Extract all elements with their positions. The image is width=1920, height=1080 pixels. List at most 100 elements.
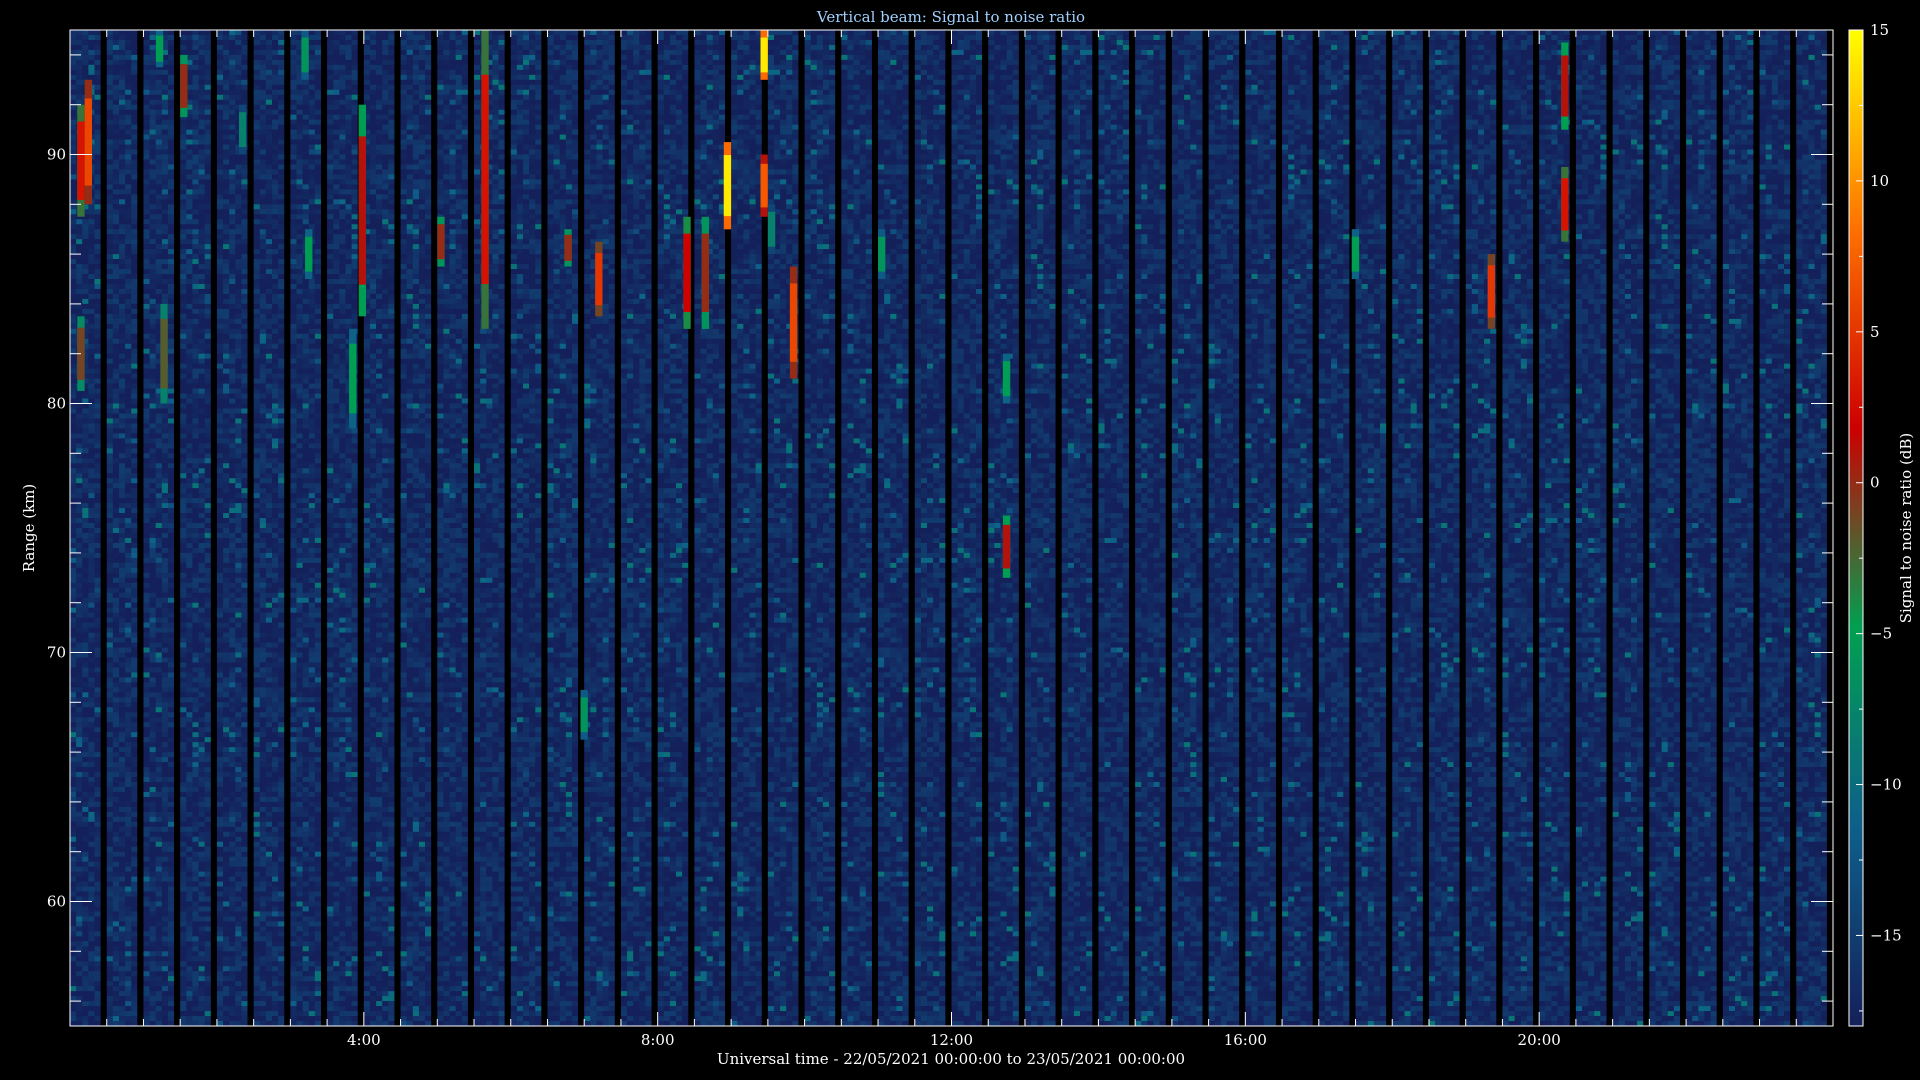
noise-cell bbox=[88, 453, 94, 458]
noise-cell bbox=[76, 672, 82, 677]
noise-cell bbox=[107, 194, 113, 199]
noise-cell bbox=[88, 672, 94, 677]
noise-cell bbox=[88, 827, 94, 832]
noise-cell bbox=[113, 329, 119, 334]
noise-cell bbox=[70, 643, 76, 648]
noise-cell bbox=[107, 483, 113, 488]
noise-cell bbox=[76, 413, 82, 418]
noise-cell bbox=[125, 389, 131, 394]
noise-cell bbox=[94, 872, 100, 877]
noise-cell bbox=[88, 45, 94, 50]
noise-cell bbox=[119, 150, 125, 155]
noise-cell bbox=[76, 732, 82, 737]
noise-cell bbox=[101, 772, 107, 777]
noise-cell bbox=[119, 304, 125, 309]
noise-cell bbox=[70, 159, 76, 164]
noise-cell bbox=[125, 448, 131, 453]
noise-cell bbox=[94, 299, 100, 304]
noise-cell bbox=[107, 548, 113, 553]
noise-cell bbox=[101, 344, 107, 349]
noise-cell bbox=[94, 354, 100, 359]
noise-cell bbox=[82, 946, 88, 951]
heatmap-cells bbox=[70, 30, 1833, 1026]
noise-cell bbox=[113, 125, 119, 130]
noise-cell bbox=[94, 100, 100, 105]
noise-cell bbox=[76, 423, 82, 428]
noise-cell bbox=[107, 45, 113, 50]
noise-cell bbox=[70, 374, 76, 379]
noise-cell bbox=[101, 707, 107, 712]
noise-cell bbox=[94, 159, 100, 164]
noise-cell bbox=[70, 164, 76, 169]
noise-cell bbox=[88, 229, 94, 234]
noise-cell bbox=[125, 324, 131, 329]
noise-cell bbox=[82, 528, 88, 533]
noise-cell bbox=[88, 941, 94, 946]
noise-cell bbox=[82, 887, 88, 892]
noise-cell bbox=[107, 1016, 113, 1021]
noise-cell bbox=[125, 309, 131, 314]
noise-cell bbox=[107, 438, 113, 443]
noise-cell bbox=[107, 513, 113, 518]
noise-cell bbox=[119, 1011, 125, 1016]
noise-cell bbox=[113, 379, 119, 384]
noise-cell bbox=[94, 304, 100, 309]
noise-cell bbox=[107, 623, 113, 628]
noise-cell bbox=[101, 588, 107, 593]
noise-cell bbox=[76, 692, 82, 697]
noise-cell bbox=[119, 986, 125, 991]
noise-cell bbox=[82, 413, 88, 418]
noise-cell bbox=[101, 184, 107, 189]
noise-cell bbox=[88, 50, 94, 55]
noise-cell bbox=[101, 359, 107, 364]
noise-cell bbox=[70, 687, 76, 692]
noise-cell bbox=[82, 1016, 88, 1021]
noise-cell bbox=[70, 254, 76, 259]
noise-cell bbox=[119, 882, 125, 887]
noise-cell bbox=[119, 369, 125, 374]
noise-cell bbox=[76, 553, 82, 558]
noise-cell bbox=[113, 752, 119, 757]
noise-cell bbox=[107, 687, 113, 692]
noise-cell bbox=[82, 598, 88, 603]
noise-cell bbox=[107, 344, 113, 349]
noise-cell bbox=[119, 548, 125, 553]
noise-cell bbox=[70, 921, 76, 926]
noise-cell bbox=[88, 712, 94, 717]
noise-cell bbox=[125, 354, 131, 359]
noise-cell bbox=[107, 75, 113, 80]
noise-cell bbox=[125, 229, 131, 234]
noise-cell bbox=[113, 299, 119, 304]
noise-cell bbox=[125, 150, 131, 155]
noise-cell bbox=[76, 633, 82, 638]
noise-cell bbox=[107, 817, 113, 822]
noise-cell bbox=[94, 468, 100, 473]
noise-cell bbox=[94, 329, 100, 334]
noise-cell bbox=[113, 916, 119, 921]
noise-cell bbox=[76, 727, 82, 732]
noise-cell bbox=[113, 249, 119, 254]
noise-cell bbox=[76, 234, 82, 239]
noise-cell bbox=[119, 727, 125, 732]
noise-cell bbox=[94, 677, 100, 682]
noise-cell bbox=[94, 921, 100, 926]
noise-cell bbox=[113, 633, 119, 638]
noise-cell bbox=[101, 767, 107, 772]
noise-cell bbox=[101, 961, 107, 966]
noise-cell bbox=[101, 921, 107, 926]
noise-cell bbox=[70, 344, 76, 349]
noise-cell bbox=[70, 174, 76, 179]
noise-cell bbox=[101, 224, 107, 229]
noise-cell bbox=[88, 687, 94, 692]
noise-cell bbox=[113, 782, 119, 787]
noise-cell bbox=[113, 568, 119, 573]
noise-cell bbox=[113, 523, 119, 528]
chart-title: Vertical beam: Signal to noise ratio bbox=[816, 8, 1085, 26]
noise-cell bbox=[94, 249, 100, 254]
noise-cell bbox=[119, 478, 125, 483]
noise-cell bbox=[101, 747, 107, 752]
noise-cell bbox=[94, 110, 100, 115]
noise-cell bbox=[113, 344, 119, 349]
noise-cell bbox=[70, 867, 76, 872]
noise-cell bbox=[101, 682, 107, 687]
